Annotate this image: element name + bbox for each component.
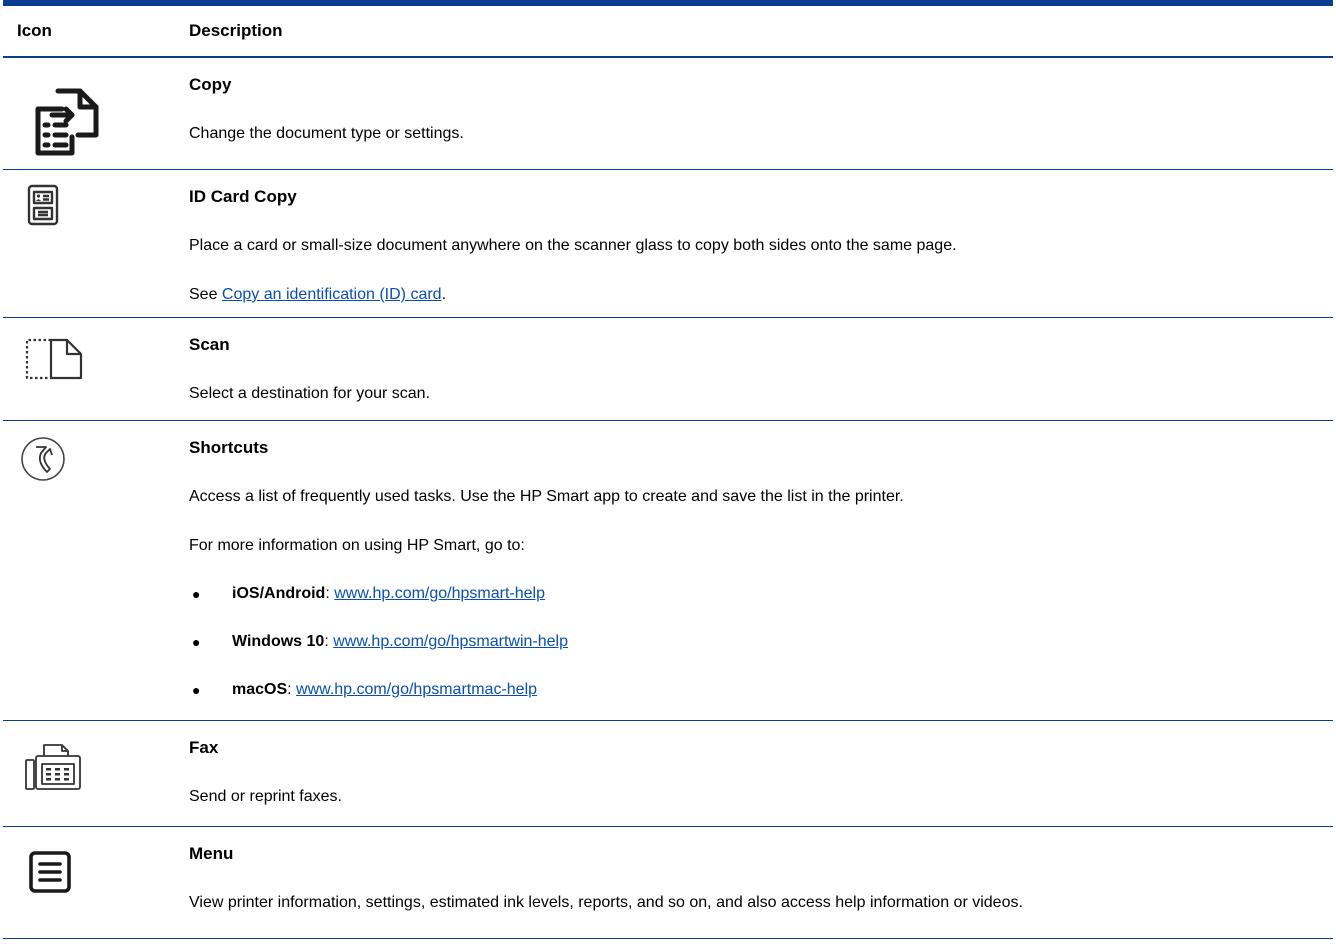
list-item: ● Windows 10: www.hp.com/go/hpsmartwin-h… [189,631,1333,653]
row-description: View printer information, settings, esti… [189,894,1023,911]
icon-cell [3,318,186,420]
table-row-copy: Copy Change the document type or setting… [3,58,1333,170]
description-cell: Copy Change the document type or setting… [186,58,1333,169]
see-prefix: See [189,286,222,303]
description-cell: Scan Select a destination for your scan. [186,318,1333,420]
table-row-shortcuts: Shortcuts Access a list of frequently us… [3,421,1333,721]
platform-label: macOS [232,681,288,698]
bullet-icon: ● [192,682,201,698]
macos-help-link[interactable]: www.hp.com/go/hpsmartmac-help [296,681,537,698]
icon-cell [3,421,186,720]
row-title: Scan [189,335,230,354]
description-cell: Shortcuts Access a list of frequently us… [186,421,1333,720]
ios-android-help-link[interactable]: www.hp.com/go/hpsmart-help [334,585,545,602]
description-cell: Menu View printer information, settings,… [186,827,1333,938]
table-row-scan: Scan Select a destination for your scan. [3,318,1333,421]
platform-label: Windows 10 [232,633,325,650]
scan-icon [25,338,83,380]
list-item: ● macOS: www.hp.com/go/hpsmartmac-help [189,679,1333,701]
label-separator: : [325,585,335,602]
bullet-icon: ● [192,586,201,602]
row-title: ID Card Copy [189,187,297,206]
copy-icon [35,88,99,156]
icon-cell [3,827,186,938]
shortcuts-icon [21,437,65,481]
label-separator: : [287,681,297,698]
header-icon-column: Icon [17,21,52,40]
see-suffix: . [441,286,447,303]
row-description: Change the document type or settings. [189,125,464,142]
bullet-icon: ● [192,634,201,650]
row-description: Select a destination for your scan. [189,385,431,402]
copy-id-card-link[interactable]: Copy an identification (ID) card [222,286,442,303]
table-row-id-card-copy: ID Card Copy Place a card or small-size … [3,170,1333,318]
icon-cell [3,58,186,169]
fax-icon [25,744,81,790]
description-cell: ID Card Copy Place a card or small-size … [186,170,1333,317]
row-description: Access a list of frequently used tasks. … [189,488,904,505]
row-title: Copy [189,75,232,94]
table-row-menu: Menu View printer information, settings,… [3,827,1333,939]
see-also: See Copy an identification (ID) card. [189,284,1333,306]
row-description-more: For more information on using HP Smart, … [189,537,525,554]
platform-label: iOS/Android [232,585,326,602]
label-separator: : [324,633,334,650]
icon-description-table: Icon Description Copy Change the documen… [3,0,1333,939]
list-item: ● iOS/Android: www.hp.com/go/hpsmart-hel… [189,583,1333,605]
icon-cell [3,721,186,826]
id-card-copy-icon [27,184,59,226]
description-cell: Fax Send or reprint faxes. [186,721,1333,826]
row-description: Send or reprint faxes. [189,788,342,805]
menu-icon [29,851,71,893]
windows-help-link[interactable]: www.hp.com/go/hpsmartwin-help [333,633,568,650]
table-row-fax: Fax Send or reprint faxes. [3,721,1333,827]
row-title: Menu [189,844,234,863]
header-description-column: Description [189,21,283,40]
icon-cell [3,170,186,317]
table-header-row: Icon Description [3,6,1333,58]
row-title: Shortcuts [189,438,269,457]
row-title: Fax [189,738,219,757]
row-description: Place a card or small-size document anyw… [189,237,957,254]
